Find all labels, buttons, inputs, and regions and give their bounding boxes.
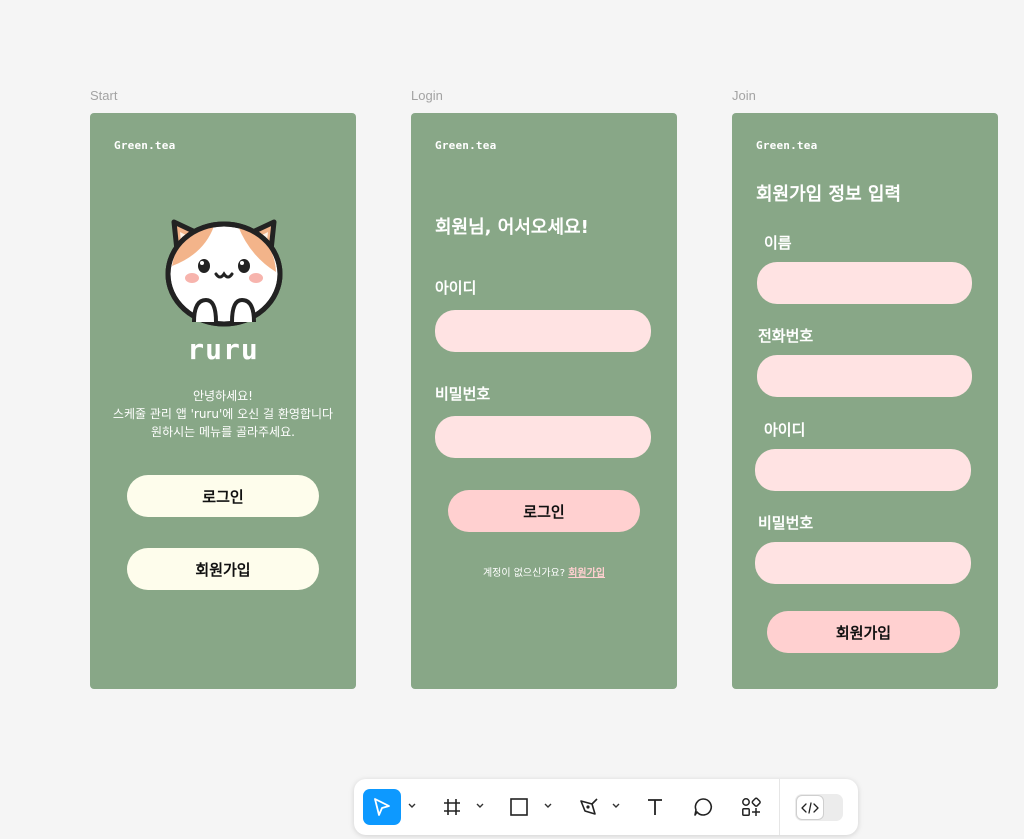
join-password-input[interactable]: [755, 542, 971, 584]
rectangle-icon: [510, 798, 528, 816]
assets-tool[interactable]: [733, 789, 769, 825]
dev-mode-toggle[interactable]: [795, 794, 843, 821]
text-t-icon: [648, 799, 662, 815]
pen-tool[interactable]: [570, 789, 606, 825]
join-name-input[interactable]: [757, 262, 972, 304]
login-id-input[interactable]: [435, 310, 651, 352]
pen-icon: [580, 798, 598, 815]
brand-label: Green.tea: [435, 139, 497, 152]
app-name: ruru: [187, 333, 259, 366]
comment-tool[interactable]: [685, 789, 721, 825]
greeting-line-2: 스케줄 관리 앱 'ruru'에 오신 걸 환영합니다: [112, 407, 334, 421]
password-label: 비밀번호: [435, 385, 491, 403]
code-brackets-icon: [801, 801, 819, 814]
frame-tool[interactable]: [434, 789, 470, 825]
no-account-row: 계정이 없으신가요? 회원가입: [411, 564, 677, 579]
design-toolbar: [354, 779, 858, 835]
join-link[interactable]: 회원가입: [568, 568, 605, 579]
phone-label: 전화번호: [758, 327, 814, 345]
join-id-input[interactable]: [755, 449, 971, 491]
shapes-plus-icon: [742, 797, 761, 816]
dev-mode-knob: [796, 795, 824, 820]
frame-label-login[interactable]: Login: [411, 88, 443, 103]
chevron-down-icon[interactable]: [543, 801, 553, 811]
frame-join[interactable]: Green.tea 회원가입 정보 입력 이름 전화번호 아이디 비밀번호 회원…: [732, 113, 998, 689]
password-label: 비밀번호: [758, 514, 814, 532]
rectangle-tool[interactable]: [501, 789, 537, 825]
greeting-line-3: 원하시는 메뉴를 골라주세요.: [151, 425, 295, 439]
comment-bubble-icon: [694, 798, 712, 816]
join-phone-input[interactable]: [757, 355, 972, 397]
frame-hash-icon: [444, 799, 460, 815]
join-heading: 회원가입 정보 입력: [756, 184, 902, 205]
name-label: 이름: [764, 234, 792, 252]
login-submit-button[interactable]: 로그인: [448, 490, 640, 532]
frame-start[interactable]: Green.tea ruru 안녕하세요! 스케줄 관리 앱 'ruru'에 오…: [90, 113, 356, 689]
no-account-text: 계정이 없으신가요?: [482, 568, 566, 579]
frame-label-start[interactable]: Start: [90, 88, 117, 103]
cat-mascot-icon: [164, 214, 284, 330]
brand-label: Green.tea: [756, 139, 818, 152]
text-tool[interactable]: [637, 789, 673, 825]
frame-label-join[interactable]: Join: [732, 88, 756, 103]
chevron-down-icon[interactable]: [407, 801, 417, 811]
cursor-arrow-icon: [374, 798, 390, 816]
greeting-text: 안녕하세요! 스케줄 관리 앱 'ruru'에 오신 걸 환영합니다 원하시는 …: [90, 387, 356, 441]
chevron-down-icon[interactable]: [611, 801, 621, 811]
brand-label: Green.tea: [114, 139, 176, 152]
greeting-line-1: 안녕하세요!: [192, 389, 253, 403]
id-label: 아이디: [764, 421, 806, 439]
login-password-input[interactable]: [435, 416, 651, 458]
chevron-down-icon[interactable]: [475, 801, 485, 811]
id-label: 아이디: [435, 279, 477, 297]
join-submit-button[interactable]: 회원가입: [767, 611, 960, 653]
frame-login[interactable]: Green.tea 회원님, 어서오세요! 아이디 비밀번호 로그인 계정이 없…: [411, 113, 677, 689]
start-login-button[interactable]: 로그인: [127, 475, 319, 517]
toolbar-divider: [779, 779, 780, 835]
start-join-button[interactable]: 회원가입: [127, 548, 319, 590]
move-tool[interactable]: [363, 789, 401, 825]
login-heading: 회원님, 어서오세요!: [435, 217, 589, 238]
